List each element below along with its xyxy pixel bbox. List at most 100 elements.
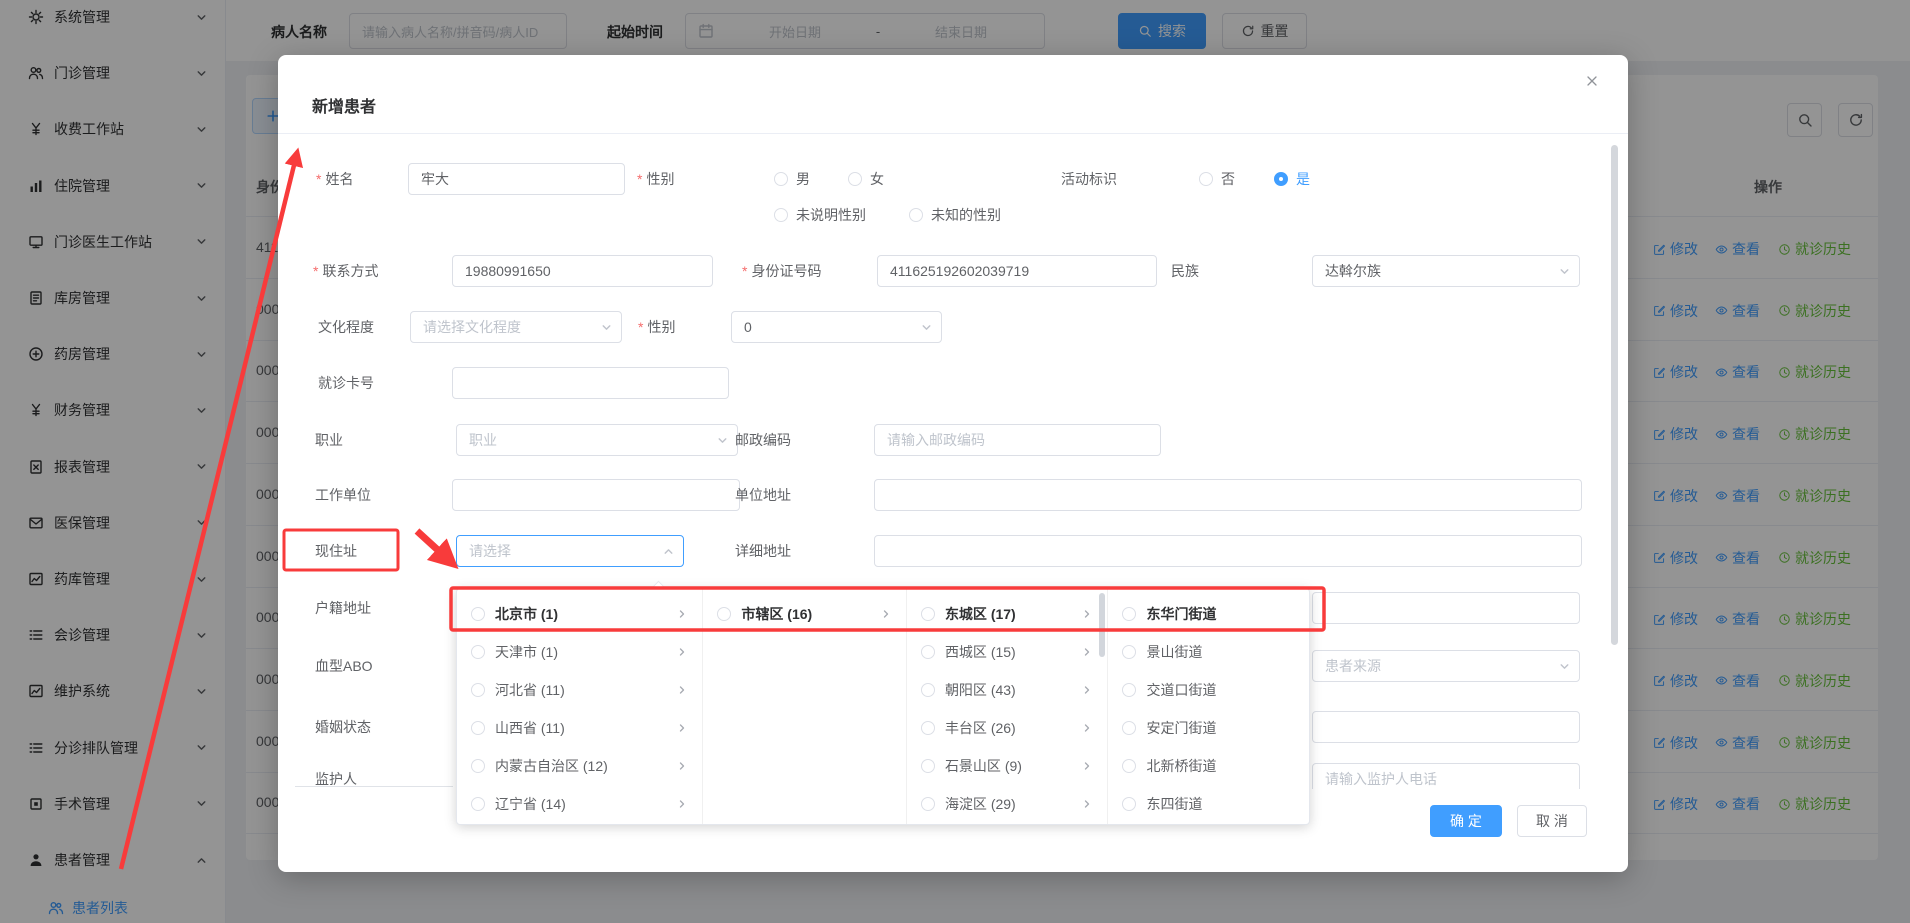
patient-source-select[interactable]: 患者来源 xyxy=(1312,650,1580,682)
active-flag-radio-no[interactable]: 否 xyxy=(1199,163,1235,195)
radio-icon xyxy=(1122,645,1136,659)
cascader-option[interactable]: 河北省 (11) xyxy=(457,671,702,709)
radio-checked-icon xyxy=(1274,172,1288,186)
chevron-up-icon xyxy=(662,545,675,558)
gender-radio-unknown[interactable]: 未知的性别 xyxy=(909,199,1001,231)
confirm-button[interactable]: 确 定 xyxy=(1430,805,1502,837)
household-detail-input[interactable] xyxy=(1312,592,1580,624)
chevron-right-icon xyxy=(1081,646,1093,658)
current-address-cascader[interactable]: 请选择 xyxy=(456,535,684,567)
radio-icon xyxy=(921,683,935,697)
radio-icon xyxy=(1122,797,1136,811)
cascader-option[interactable]: 景山街道 xyxy=(1108,633,1309,671)
cascader-column-3: 东城区 (17)西城区 (15)朝阳区 (43)丰台区 (26)石景山区 (9)… xyxy=(907,589,1109,824)
chevron-right-icon xyxy=(676,722,688,734)
cascader-option[interactable]: 东城区 (17) xyxy=(907,595,1108,633)
gender-radio-male[interactable]: 男 xyxy=(774,163,810,195)
chevron-down-icon xyxy=(1558,265,1571,278)
cascader-option[interactable]: 山西省 (11) xyxy=(457,709,702,747)
postal-code-input[interactable]: 请输入邮政编码 xyxy=(874,424,1161,456)
cascader-scrollbar[interactable] xyxy=(1099,593,1105,657)
cascader-column-4: 东华门街道景山街道交道口街道安定门街道北新桥街道东四街道 xyxy=(1108,589,1309,824)
active-flag-label: 活动标识 xyxy=(1061,163,1117,195)
radio-icon xyxy=(921,645,935,659)
name-input[interactable]: 牢大 xyxy=(408,163,625,195)
radio-icon xyxy=(1199,172,1213,186)
chevron-right-icon xyxy=(1081,722,1093,734)
household-address-label: 户籍地址 xyxy=(315,592,371,624)
chevron-down-icon xyxy=(1558,660,1571,673)
chevron-right-icon xyxy=(1081,684,1093,696)
name-label: 姓名 xyxy=(316,163,353,195)
cascader-option[interactable]: 天津市 (1) xyxy=(457,633,702,671)
screen: 系统管理门诊管理收费工作站住院管理门诊医生工作站库房管理药房管理财务管理报表管理… xyxy=(0,0,1910,923)
cascader-column-2: 市辖区 (16) xyxy=(703,589,907,824)
chevron-right-icon xyxy=(1081,760,1093,772)
occupation-select[interactable]: 职业 xyxy=(456,424,738,456)
radio-icon xyxy=(921,721,935,735)
radio-icon xyxy=(471,645,485,659)
form-clip-line xyxy=(295,786,453,787)
cascader-option[interactable]: 东华门街道 xyxy=(1108,595,1309,633)
cascader-option[interactable]: 内蒙古自治区 (12) xyxy=(457,747,702,785)
contact-input[interactable]: 19880991650 xyxy=(452,255,713,287)
work-unit-input[interactable] xyxy=(452,479,740,511)
radio-icon xyxy=(471,759,485,773)
cascader-option[interactable]: 石景山区 (9) xyxy=(907,747,1108,785)
cascader-option[interactable]: 北京市 (1) xyxy=(457,595,702,633)
contact-label: 联系方式 xyxy=(313,255,378,287)
radio-icon xyxy=(1122,721,1136,735)
gender-radio-unstated[interactable]: 未说明性别 xyxy=(774,199,866,231)
radio-icon xyxy=(774,208,788,222)
cascader-option[interactable]: 东四街道 xyxy=(1108,785,1309,823)
ethnicity-select[interactable]: 达斡尔族 xyxy=(1312,255,1580,287)
cascader-option[interactable]: 辽宁省 (14) xyxy=(457,785,702,823)
gender-radio-female[interactable]: 女 xyxy=(848,163,884,195)
card-no-input[interactable] xyxy=(452,367,729,399)
work-unit-label: 工作单位 xyxy=(315,479,371,511)
cascader-option[interactable]: 北新桥街道 xyxy=(1108,747,1309,785)
address-cascader-dropdown: 北京市 (1)天津市 (1)河北省 (11)山西省 (11)内蒙古自治区 (12… xyxy=(456,588,1310,825)
cascader-option[interactable]: 交道口街道 xyxy=(1108,671,1309,709)
cascader-option[interactable]: 西城区 (15) xyxy=(907,633,1108,671)
gender2-label: 性别 xyxy=(638,311,675,343)
radio-icon xyxy=(1122,759,1136,773)
chevron-right-icon xyxy=(676,684,688,696)
radio-icon xyxy=(848,172,862,186)
radio-icon xyxy=(1122,607,1136,621)
chevron-down-icon xyxy=(920,321,933,334)
education-select[interactable]: 请选择文化程度 xyxy=(410,311,622,343)
chevron-right-icon xyxy=(676,608,688,620)
id-number-input[interactable]: 411625192602039719 xyxy=(877,255,1157,287)
gender-label: 性别 xyxy=(637,163,674,195)
occupation-label: 职业 xyxy=(315,424,343,456)
radio-icon xyxy=(471,721,485,735)
cascader-panel: 北京市 (1)天津市 (1)河北省 (11)山西省 (11)内蒙古自治区 (12… xyxy=(457,589,1309,824)
cascader-option[interactable]: 市辖区 (16) xyxy=(703,595,906,633)
radio-icon xyxy=(1122,683,1136,697)
radio-icon xyxy=(921,607,935,621)
id-number-label: 身份证号码 xyxy=(742,255,821,287)
cascader-option[interactable]: 海淀区 (29) xyxy=(907,785,1108,823)
guardian-phone-input[interactable]: 请输入监护人电话 xyxy=(1312,763,1580,789)
chevron-down-icon xyxy=(600,321,613,334)
marital-detail-input[interactable] xyxy=(1312,711,1580,743)
close-icon[interactable] xyxy=(1584,73,1600,89)
cascader-option[interactable]: 丰台区 (26) xyxy=(907,709,1108,747)
current-address-label: 现住址 xyxy=(315,535,357,567)
cancel-button[interactable]: 取 消 xyxy=(1517,805,1587,837)
radio-icon xyxy=(921,759,935,773)
radio-icon xyxy=(471,607,485,621)
chevron-right-icon xyxy=(676,646,688,658)
cascader-option[interactable]: 安定门街道 xyxy=(1108,709,1309,747)
cascader-option[interactable]: 朝阳区 (43) xyxy=(907,671,1108,709)
detail-address-input[interactable] xyxy=(874,535,1582,567)
ethnicity-label: 民族 xyxy=(1171,255,1199,287)
chevron-right-icon xyxy=(1081,798,1093,810)
radio-icon xyxy=(717,607,731,621)
unit-address-input[interactable] xyxy=(874,479,1582,511)
marital-status-label: 婚姻状态 xyxy=(315,711,371,743)
cascader-column-1: 北京市 (1)天津市 (1)河北省 (11)山西省 (11)内蒙古自治区 (12… xyxy=(457,589,703,824)
gender2-select[interactable]: 0 xyxy=(731,311,942,343)
active-flag-radio-yes[interactable]: 是 xyxy=(1274,163,1310,195)
